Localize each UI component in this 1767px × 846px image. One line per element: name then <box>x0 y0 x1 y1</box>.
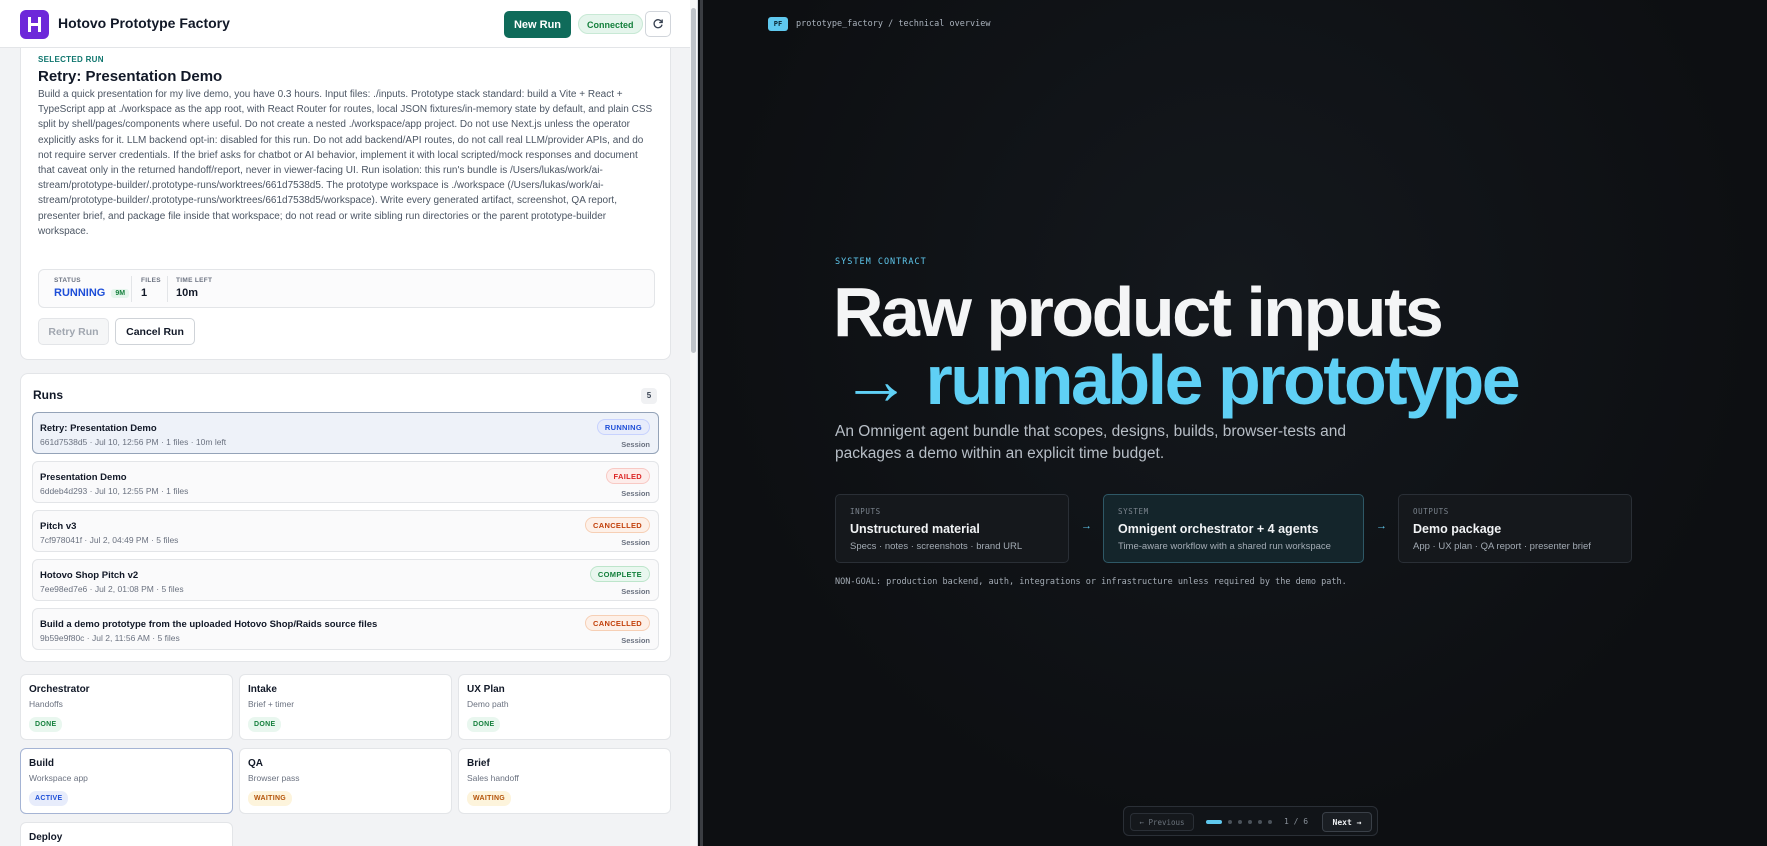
scrollbar-thumb[interactable] <box>691 8 696 353</box>
slide-headline-line2: → runnable prototype <box>841 341 1521 419</box>
agent-card-qa[interactable]: QA Browser pass WAITING <box>239 748 452 814</box>
runs-title: Runs <box>33 388 63 402</box>
selected-run-title: Retry: Presentation Demo <box>38 68 223 85</box>
agent-status-badge: DONE <box>29 717 63 732</box>
run-status-badge: CANCELLED <box>585 615 650 631</box>
agent-status-badge: DONE <box>467 717 501 732</box>
run-status-badge: RUNNING <box>596 419 650 435</box>
stat-status: STATUS RUNNING 9M <box>54 277 130 299</box>
run-row[interactable]: Presentation Demo 6ddeb4d293 · Jul 10, 1… <box>32 461 659 503</box>
flow-box-system: SYSTEM Omnigent orchestrator + 4 agents … <box>1103 494 1364 563</box>
flow-box-outputs: OUTPUTS Demo package App · UX plan · QA … <box>1398 494 1632 563</box>
stat-files: FILES 1 <box>141 277 161 299</box>
run-control-panel: Hotovo Prototype Factory New Run Connect… <box>0 0 698 846</box>
agent-status-badge: WAITING <box>248 791 293 806</box>
retry-run-button[interactable]: Retry Run <box>38 318 109 345</box>
slide-dot[interactable] <box>1206 820 1222 824</box>
run-row[interactable]: Hotovo Shop Pitch v2 7ee98ed7e6 · Jul 2,… <box>32 559 659 601</box>
agent-card-deploy[interactable]: Deploy <box>20 822 233 846</box>
run-stats: STATUS RUNNING 9M FILES 1 TIME LEFT 10m <box>38 269 655 308</box>
run-status-badge: COMPLETE <box>589 566 650 582</box>
hotovo-logo-icon <box>20 10 49 39</box>
slide-dot[interactable] <box>1248 820 1252 824</box>
next-slide-button[interactable]: Next → <box>1322 812 1372 832</box>
run-status-badge: CANCELLED <box>585 517 650 533</box>
app-title: Hotovo Prototype Factory <box>58 15 230 31</box>
agent-card-build[interactable]: Build Workspace app ACTIVE <box>20 748 233 814</box>
cancel-run-button[interactable]: Cancel Run <box>115 318 195 345</box>
stat-divider <box>131 276 132 302</box>
slide-pager: ← Previous 1 / 6 Next → <box>1123 806 1378 836</box>
run-row[interactable]: Pitch v3 7cf978041f · Jul 2, 04:49 PM · … <box>32 510 659 552</box>
new-run-button[interactable]: New Run <box>504 11 571 38</box>
agent-status-badge: WAITING <box>467 791 512 806</box>
agent-status-badge: DONE <box>248 717 282 732</box>
slide-dot[interactable] <box>1238 820 1242 824</box>
slide-dot[interactable] <box>1228 820 1232 824</box>
agent-card-ux-plan[interactable]: UX Plan Demo path DONE <box>458 674 671 740</box>
status-value: RUNNING <box>54 287 106 299</box>
slide-preview: PF prototype_factory / technical overvie… <box>700 0 1767 846</box>
run-row[interactable]: Build a demo prototype from the uploaded… <box>32 608 659 650</box>
flow-arrow-icon: → <box>1081 520 1092 532</box>
top-bar: Hotovo Prototype Factory New Run Connect… <box>0 0 690 48</box>
agent-card-orchestrator[interactable]: Orchestrator Handoffs DONE <box>20 674 233 740</box>
run-row[interactable]: Retry: Presentation Demo 661d7538d5 · Ju… <box>32 412 659 454</box>
elapsed-chip: 9M <box>111 289 130 298</box>
selected-run-card: SELECTED RUN Retry: Presentation Demo Bu… <box>20 48 671 360</box>
slide-dot[interactable] <box>1268 820 1272 824</box>
selected-run-description: Build a quick presentation for my live d… <box>38 89 653 237</box>
refresh-icon <box>653 19 663 29</box>
flow-box-inputs: INPUTS Unstructured material Specs · not… <box>835 494 1069 563</box>
refresh-button[interactable] <box>645 11 671 37</box>
agent-card-intake[interactable]: Intake Brief + timer DONE <box>239 674 452 740</box>
previous-slide-button[interactable]: ← Previous <box>1130 813 1194 831</box>
agent-card-brief[interactable]: Brief Sales handoff WAITING <box>458 748 671 814</box>
slide-lead: An Omnigent agent bundle that scopes, de… <box>835 423 1346 462</box>
pf-tag: PF <box>768 17 788 31</box>
slide-breadcrumb: prototype_factory / technical overview <box>796 19 991 29</box>
flow-arrow-icon: → <box>1376 520 1387 532</box>
slide-non-goal: NON-GOAL: production backend, auth, inte… <box>835 577 1347 587</box>
slide-dot[interactable] <box>1258 820 1262 824</box>
runs-count-badge: 5 <box>641 388 657 404</box>
stat-divider <box>167 276 168 302</box>
selected-run-kicker: SELECTED RUN <box>38 55 104 64</box>
run-status-badge: FAILED <box>605 468 650 484</box>
slide-counter: 1 / 6 <box>1284 817 1309 826</box>
connection-status-badge: Connected <box>578 14 643 34</box>
slide-kicker: SYSTEM CONTRACT <box>835 257 927 267</box>
agent-status-badge: ACTIVE <box>29 791 69 806</box>
runs-card: Runs 5 Retry: Presentation Demo 661d7538… <box>20 373 671 662</box>
stat-time-left: TIME LEFT 10m <box>176 277 213 299</box>
